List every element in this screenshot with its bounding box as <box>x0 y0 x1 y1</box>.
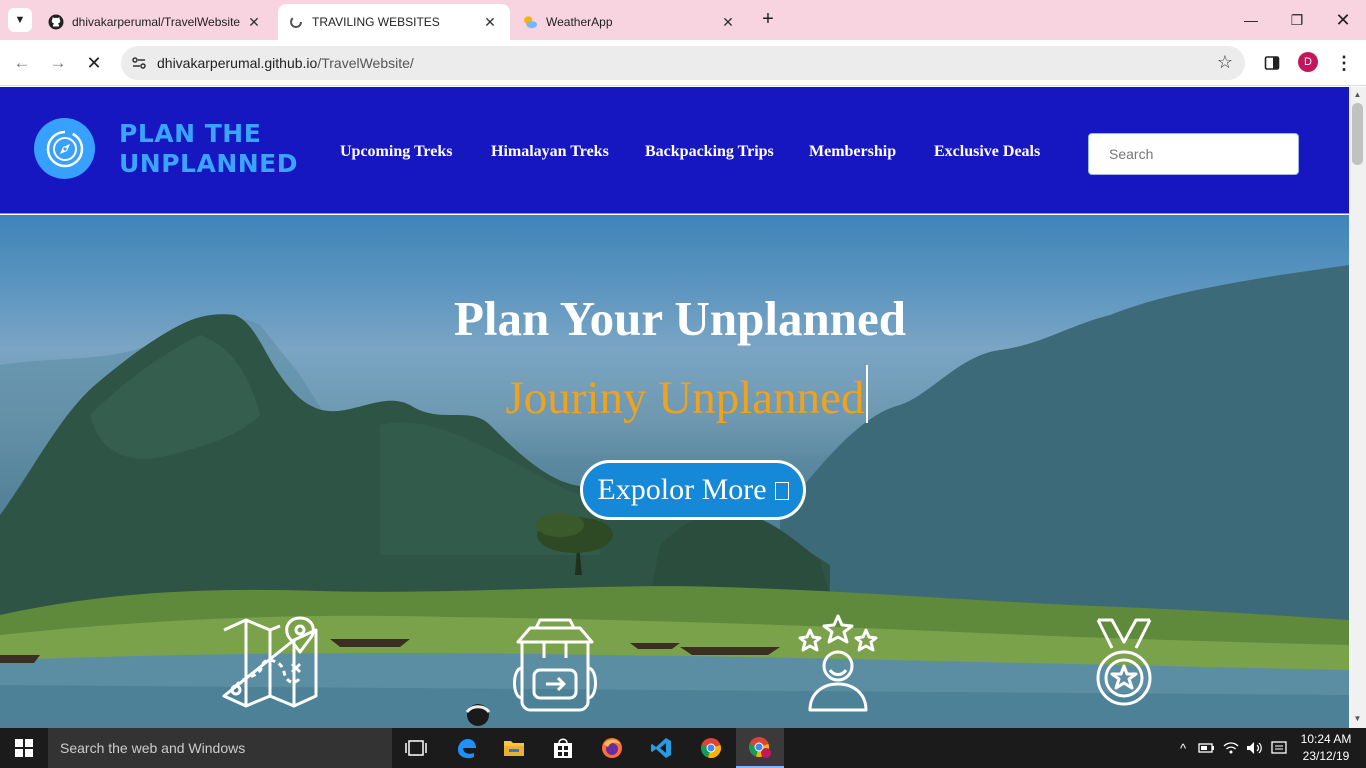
map-icon <box>222 616 318 717</box>
page-scrollbar[interactable]: ▲ ▼ <box>1349 87 1366 728</box>
edge-icon[interactable] <box>442 728 490 768</box>
task-view-icon[interactable] <box>392 728 440 768</box>
url-path: /TravelWebsite/ <box>317 55 414 71</box>
windows-start-icon[interactable] <box>0 728 48 768</box>
restore-icon[interactable]: ❐ <box>1285 8 1309 32</box>
clock-date: 23/12/19 <box>1302 749 1350 763</box>
tab-weatherapp[interactable]: WeatherApp ✕ <box>512 4 748 40</box>
tab-github[interactable]: dhivakarperumal/TravelWebsite ✕ <box>38 4 274 40</box>
new-tab-button[interactable]: + <box>756 8 780 32</box>
hero-title: Plan Your Unplanned <box>453 291 907 346</box>
browser-toolbar: ← → ✕ dhivakarperumal.github.io/TravelWe… <box>0 40 1366 86</box>
tab-search-button[interactable]: ▼ <box>8 8 32 32</box>
battery-icon[interactable] <box>1196 728 1218 768</box>
logo-line-2: UNPLANNED <box>119 149 298 178</box>
close-tab-icon[interactable]: ✕ <box>480 14 500 31</box>
missing-glyph-icon <box>774 482 789 500</box>
chrome-icon[interactable] <box>687 728 735 768</box>
search-input[interactable] <box>1088 133 1299 175</box>
volume-icon[interactable] <box>1244 728 1266 768</box>
minimize-icon[interactable]: — <box>1239 8 1263 32</box>
site-settings-icon[interactable] <box>129 53 149 73</box>
nav-exclusive-deals[interactable]: Exclusive Deals <box>934 143 1040 161</box>
nav-backpacking-trips[interactable]: Backpacking Trips <box>645 143 774 161</box>
notification-center-icon[interactable] <box>1268 728 1290 768</box>
nav-membership[interactable]: Membership <box>809 143 896 161</box>
system-clock[interactable]: 10:24 AM 23/12/19 <box>1294 731 1358 765</box>
hero-section: Plan Your Unplanned Jouriny Unplanned Ex… <box>0 215 1349 728</box>
tab-strip: ▼ dhivakarperumal/TravelWebsite ✕ TRAVIL… <box>0 0 1366 40</box>
tab-title: TRAVILING WEBSITES <box>312 15 440 29</box>
close-tab-icon[interactable]: ✕ <box>244 14 264 31</box>
profile-avatar[interactable]: D <box>1298 52 1318 72</box>
file-explorer-icon[interactable] <box>490 728 538 768</box>
taskbar-search-input[interactable]: Search the web and Windows <box>48 728 392 768</box>
wifi-icon[interactable] <box>1220 728 1242 768</box>
rated-person-icon <box>796 614 880 719</box>
store-icon[interactable] <box>539 728 587 768</box>
url-text: dhivakarperumal.github.io/TravelWebsite/ <box>157 55 414 71</box>
clock-time: 10:24 AM <box>1300 732 1352 746</box>
explore-more-button[interactable]: Expolor More <box>580 460 806 520</box>
show-hidden-icons[interactable]: ^ <box>1174 728 1192 768</box>
vscode-icon[interactable] <box>637 728 685 768</box>
site-header: PLAN THE UNPLANNED Upcoming Treks Himala… <box>0 87 1349 214</box>
site-logo[interactable]: PLAN THE UNPLANNED <box>119 119 298 179</box>
tab-title: WeatherApp <box>546 15 613 29</box>
menu-kebab-icon[interactable]: ⋮ <box>1332 51 1356 75</box>
windows-taskbar: Search the web and Windows ^ 10:24 AM 23… <box>0 728 1366 768</box>
stop-loading-icon[interactable]: ✕ <box>82 51 106 75</box>
address-bar[interactable]: dhivakarperumal.github.io/TravelWebsite/… <box>121 46 1245 80</box>
compass-icon[interactable] <box>34 118 95 179</box>
tab-traveling-websites[interactable]: TRAVILING WEBSITES ✕ <box>278 4 510 40</box>
scroll-thumb[interactable] <box>1352 103 1363 165</box>
tab-title: dhivakarperumal/TravelWebsite <box>72 15 241 29</box>
loading-icon <box>288 14 304 30</box>
back-icon[interactable]: ← <box>10 51 34 75</box>
weather-icon <box>522 14 538 30</box>
typed-text: Jouriny Unplanned <box>505 372 865 424</box>
logo-line-1: PLAN THE <box>119 119 262 148</box>
forward-icon[interactable]: → <box>46 51 70 75</box>
chrome-profile-icon[interactable] <box>736 728 784 768</box>
nav-upcoming-treks[interactable]: Upcoming Treks <box>340 143 452 161</box>
chevron-down-icon: ▼ <box>14 14 26 26</box>
medal-icon <box>1094 618 1154 715</box>
cta-label: Expolor More <box>597 473 767 506</box>
bookmark-star-icon[interactable]: ☆ <box>1217 52 1233 73</box>
close-window-icon[interactable]: ✕ <box>1331 8 1355 32</box>
hero-subtitle: Jouriny Unplanned <box>0 365 1349 425</box>
scroll-down-icon[interactable]: ▼ <box>1349 712 1366 726</box>
url-host: dhivakarperumal.github.io <box>157 55 318 71</box>
nav-himalayan-treks[interactable]: Himalayan Treks <box>491 143 609 161</box>
github-icon <box>48 14 64 30</box>
page-viewport: PLAN THE UNPLANNED Upcoming Treks Himala… <box>0 87 1349 728</box>
backpack-icon <box>510 618 600 717</box>
firefox-icon[interactable] <box>588 728 636 768</box>
scroll-up-icon[interactable]: ▲ <box>1349 88 1366 102</box>
side-panel-icon[interactable] <box>1260 51 1284 75</box>
close-tab-icon[interactable]: ✕ <box>718 14 738 31</box>
typing-caret <box>866 365 869 423</box>
